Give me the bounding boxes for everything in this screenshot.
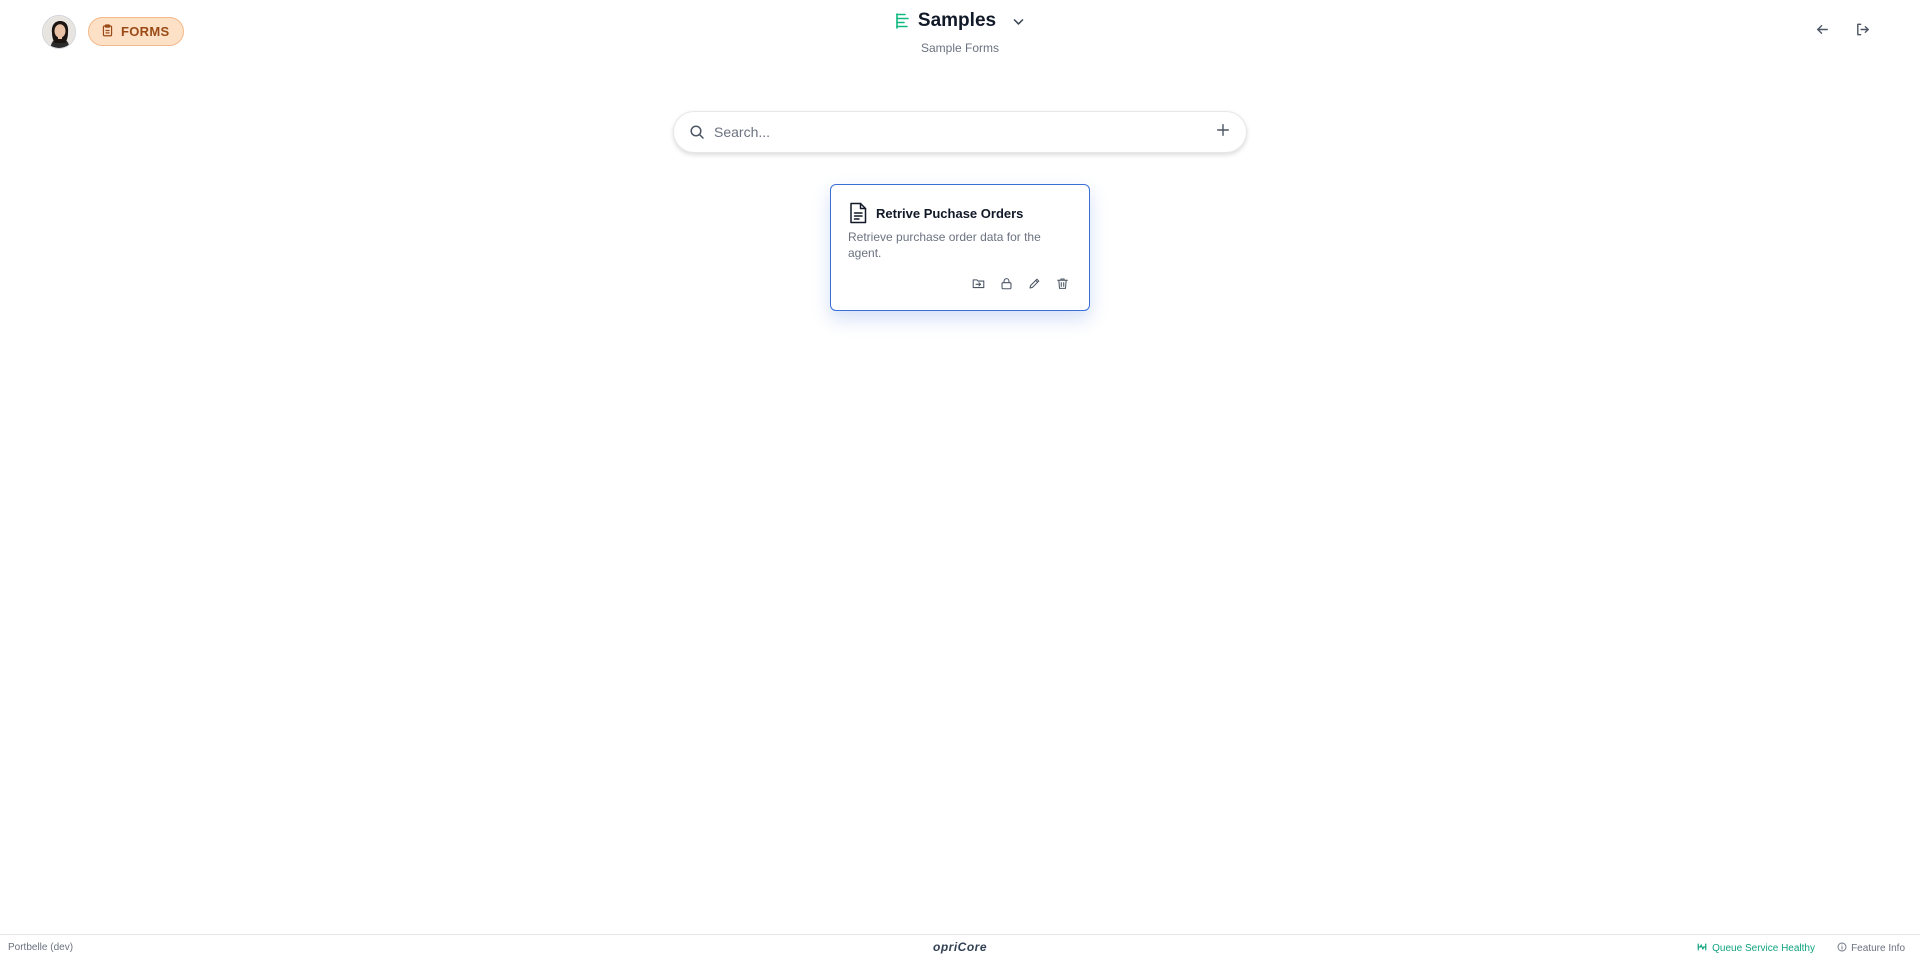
logout-icon <box>1855 22 1870 42</box>
info-icon <box>1837 942 1847 955</box>
list-icon <box>895 12 910 30</box>
workspace-selector[interactable]: Samples <box>895 10 1025 32</box>
footer: Portbelle (dev) opriCore Queue Service H… <box>0 934 1920 961</box>
feature-info-label: Feature Info <box>1851 943 1905 954</box>
queue-status-label: Queue Service Healthy <box>1712 943 1815 954</box>
form-card[interactable]: Retrive Puchase Orders Retrieve purchase… <box>830 184 1090 311</box>
document-icon <box>848 202 868 224</box>
arrow-left-icon <box>1815 22 1830 42</box>
feature-info-link[interactable]: Feature Info <box>1837 942 1905 955</box>
form-card-description: Retrieve purchase order data for the age… <box>848 230 1041 260</box>
back-button[interactable] <box>1812 22 1832 42</box>
search-icon <box>689 124 705 140</box>
form-card-header: Retrive Puchase Orders <box>848 202 1023 224</box>
search-bar <box>673 111 1247 153</box>
queue-status[interactable]: Queue Service Healthy <box>1697 942 1815 955</box>
header: FORMS Samples Sample Forms <box>0 0 1920 70</box>
plus-icon <box>1216 123 1230 142</box>
title-block: Samples Sample Forms <box>0 10 1920 55</box>
search-input[interactable] <box>714 124 1214 140</box>
brand-text: opriCore <box>932 940 987 954</box>
page-subtitle: Sample Forms <box>920 41 1000 55</box>
lock-icon[interactable] <box>1000 277 1013 290</box>
add-form-button[interactable] <box>1214 123 1232 141</box>
trash-icon[interactable] <box>1056 277 1069 290</box>
heartbeat-icon <box>1697 942 1707 955</box>
form-card-title: Retrive Puchase Orders <box>876 205 1024 221</box>
form-card-actions <box>972 277 1069 290</box>
folder-move-icon[interactable] <box>972 277 985 290</box>
logout-button[interactable] <box>1852 22 1872 42</box>
pencil-icon[interactable] <box>1028 277 1041 290</box>
page: FORMS Samples Sample Forms Search... Ret… <box>0 0 1920 961</box>
chevron-down-icon[interactable] <box>1012 15 1025 28</box>
page-title: Samples <box>917 10 997 31</box>
brand-logo: opriCore <box>0 940 1920 954</box>
